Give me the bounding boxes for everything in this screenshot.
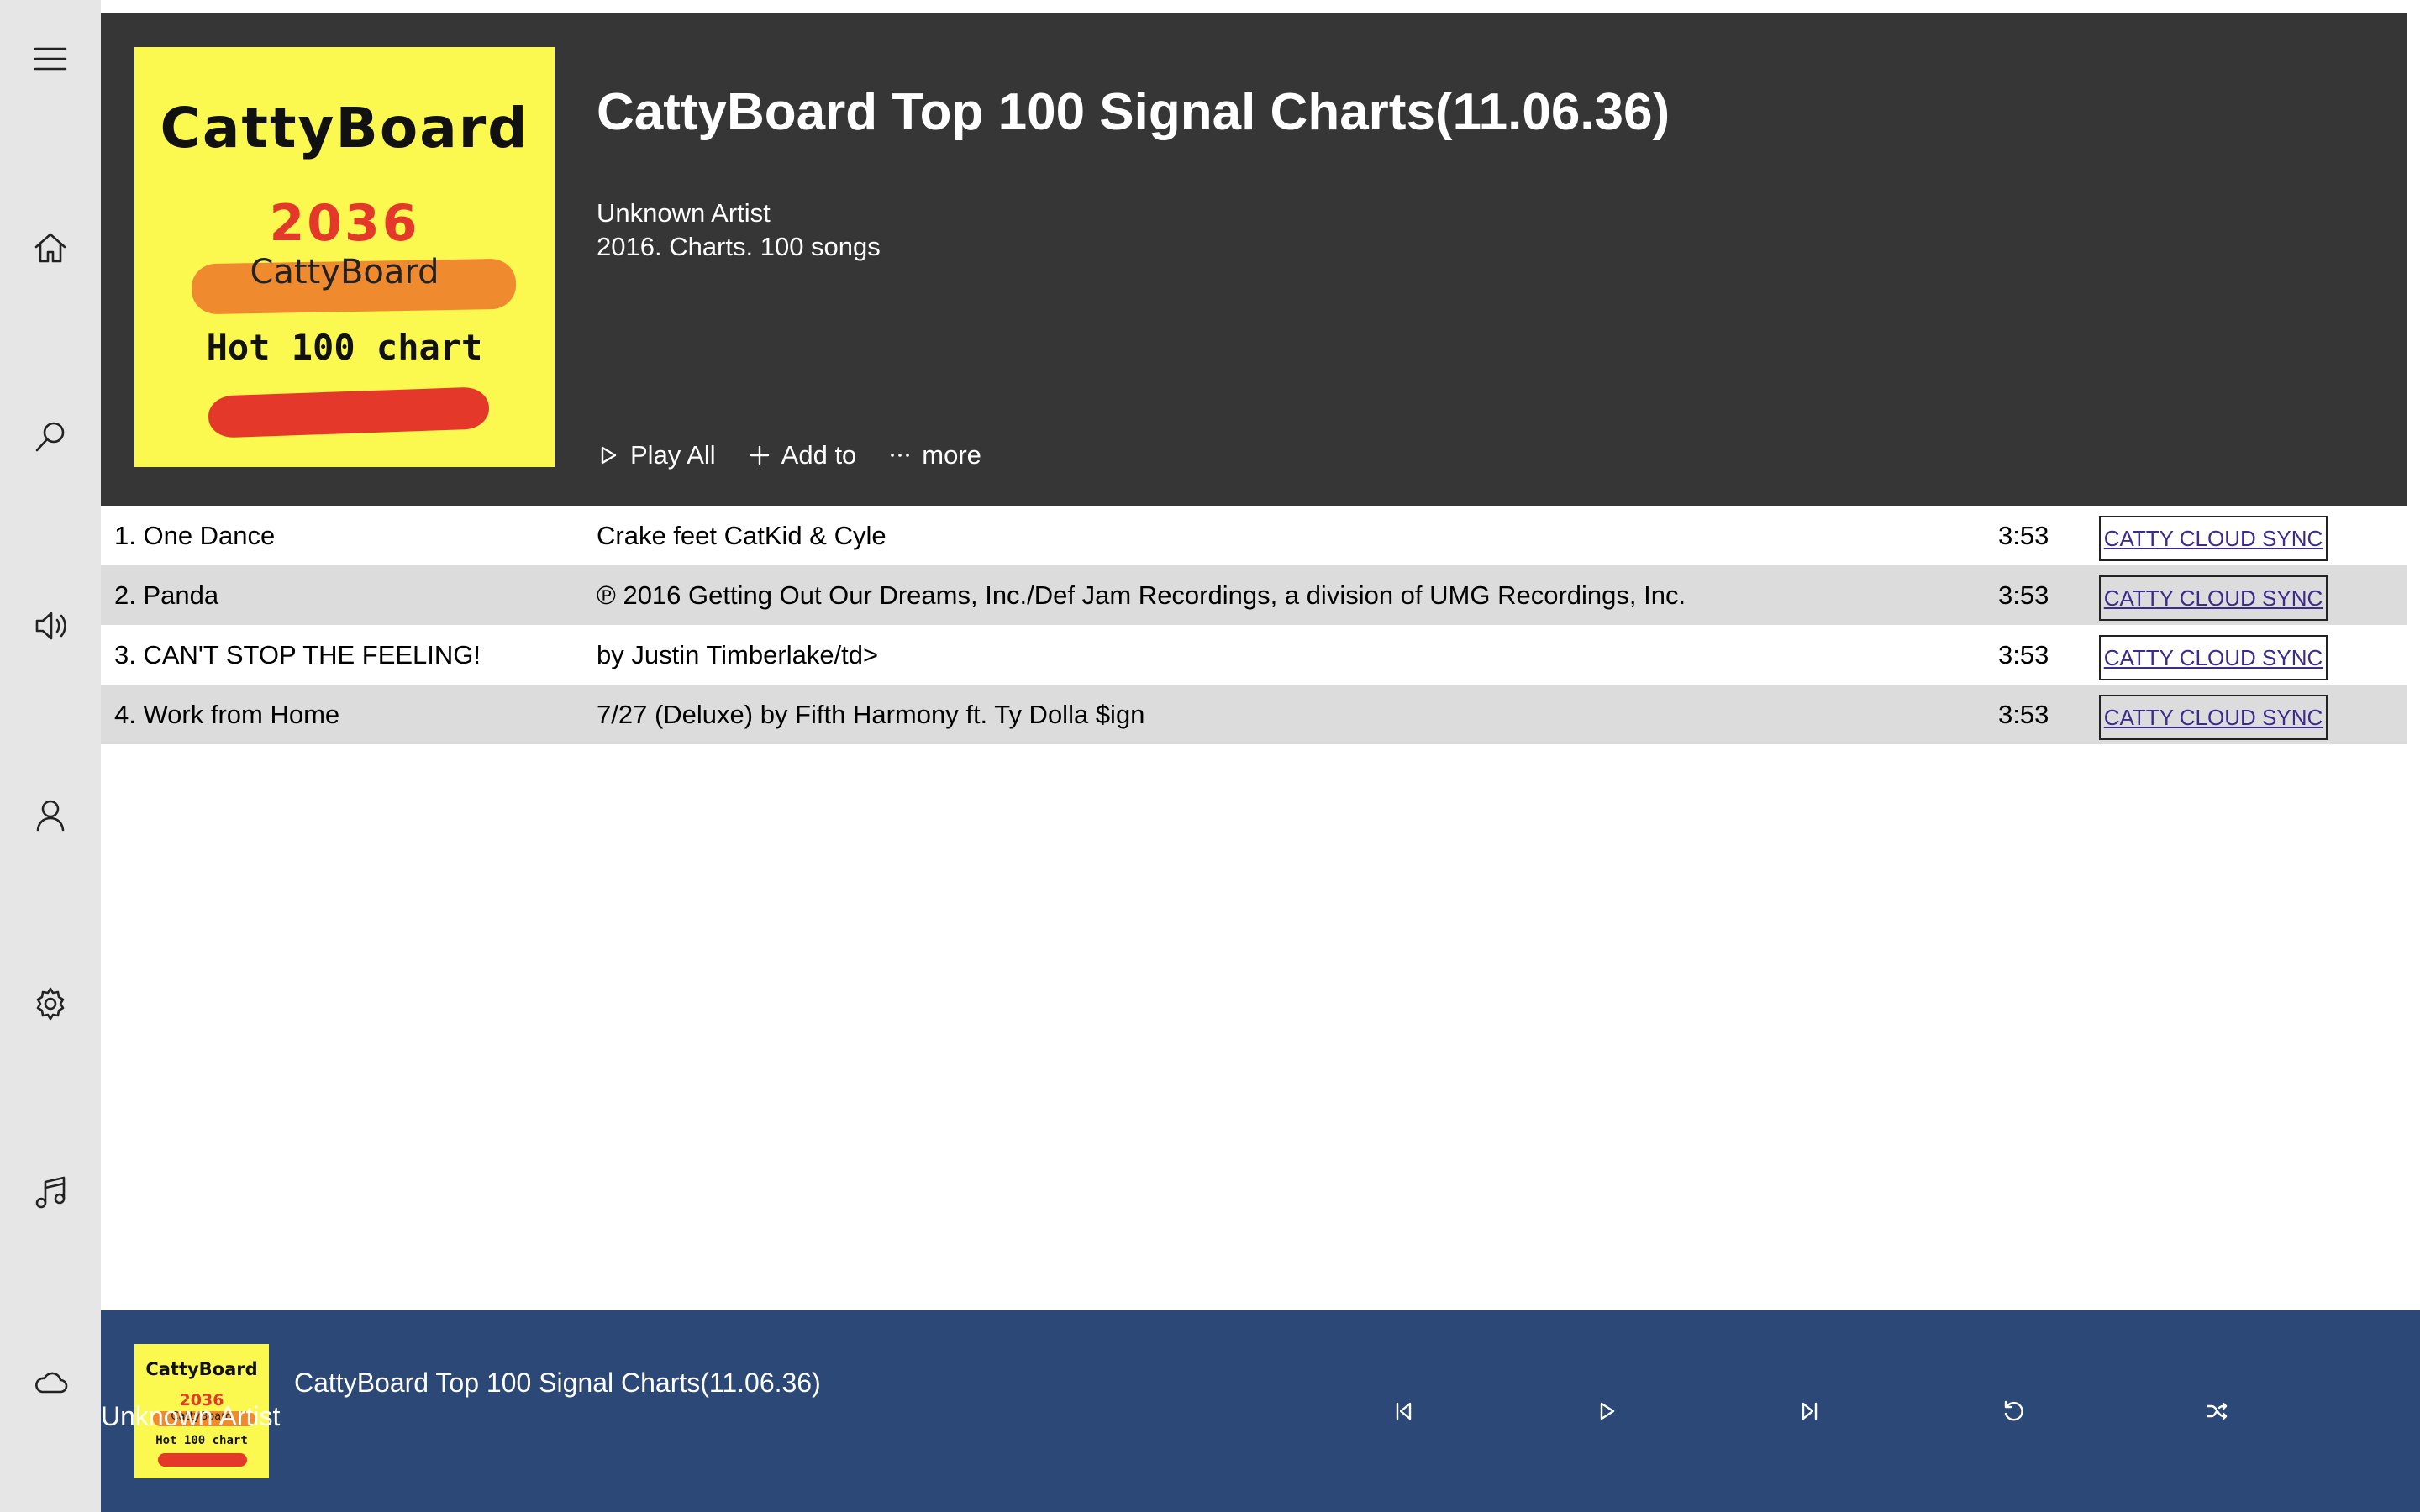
track-list: 1. One Dance Crake feet CatKid & Cyle 3:… — [101, 506, 2407, 744]
sidebar-item-settings[interactable] — [0, 953, 101, 1054]
table-row[interactable]: 2. Panda ℗ 2016 Getting Out Our Dreams, … — [101, 565, 2407, 625]
play-all-label: Play All — [630, 440, 716, 470]
album-info: 2016. Charts. 100 songs — [597, 232, 881, 261]
mini-cover-chart-label: Hot 100 chart — [155, 1434, 248, 1447]
repeat-button[interactable] — [1990, 1388, 2037, 1435]
hamburger-menu-icon — [34, 47, 67, 71]
track-artist: ℗ 2016 Getting Out Our Dreams, Inc./Def … — [597, 580, 1686, 610]
album-actions: Play All Add to more — [597, 440, 1013, 470]
cloud-icon — [35, 1372, 68, 1394]
sidebar-item-volume[interactable] — [0, 575, 101, 676]
music-note-icon — [35, 1176, 66, 1209]
track-name: 4. Work from Home — [114, 700, 340, 729]
speaker-icon — [35, 612, 66, 640]
sidebar-item-account[interactable] — [0, 764, 101, 865]
sidebar-item-home[interactable] — [0, 197, 101, 298]
cloud-sync-button[interactable]: CATTY CLOUD SYNC — [2099, 575, 2328, 621]
now-playing-artist: Unknown Artist — [101, 1401, 281, 1431]
previous-button[interactable] — [1380, 1388, 1427, 1435]
cloud-sync-button[interactable]: CATTY CLOUD SYNC — [2099, 695, 2328, 740]
play-button[interactable] — [1583, 1388, 1630, 1435]
table-row[interactable]: 3. CAN'T STOP THE FEELING! by Justin Tim… — [101, 625, 2407, 685]
cloud-sync-button[interactable]: CATTY CLOUD SYNC — [2099, 516, 2328, 561]
search-icon — [35, 422, 65, 452]
mini-cover-red-stroke — [158, 1453, 247, 1467]
album-cover: CattyBoard 2036 CattyBoard Hot 100 chart — [134, 47, 555, 467]
user-icon — [36, 800, 65, 832]
track-name: 1. One Dance — [114, 521, 276, 550]
sidebar-item-music[interactable] — [0, 1142, 101, 1243]
cover-year: 2036 — [269, 194, 420, 253]
table-row[interactable]: 1. One Dance Crake feet CatKid & Cyle 3:… — [101, 506, 2407, 565]
cover-chart-label: Hot 100 chart — [206, 327, 483, 368]
track-artist: Crake feet CatKid & Cyle — [597, 521, 886, 550]
add-to-label: Add to — [781, 440, 857, 470]
cover-title: CattyBoard — [160, 96, 529, 160]
cloud-sync-button[interactable]: CATTY CLOUD SYNC — [2099, 635, 2328, 680]
add-to-button[interactable]: Add to — [748, 440, 857, 470]
shuffle-icon — [2206, 1402, 2228, 1420]
shuffle-button[interactable] — [2193, 1388, 2240, 1435]
track-name: 2. Panda — [114, 580, 219, 610]
sidebar — [0, 0, 101, 1512]
sidebar-item-menu[interactable] — [0, 8, 101, 109]
previous-icon — [1396, 1402, 1412, 1420]
sidebar-item-search[interactable] — [0, 386, 101, 487]
next-button[interactable] — [1786, 1388, 1833, 1435]
cover-subtitle: CattyBoard — [250, 253, 439, 291]
play-all-button[interactable]: Play All — [597, 440, 716, 470]
more-dots-icon — [891, 454, 910, 457]
table-row[interactable]: 4. Work from Home 7/27 (Deluxe) by Fifth… — [101, 685, 2407, 744]
track-duration: 3:53 — [1998, 521, 2049, 550]
play-icon — [1600, 1402, 1615, 1420]
track-artist: by Justin Timberlake/td> — [597, 640, 879, 669]
album-header: CattyBoard 2036 CattyBoard Hot 100 chart… — [101, 13, 2407, 506]
repeat-icon — [2004, 1400, 2023, 1421]
gear-icon — [36, 987, 65, 1021]
now-playing-title: CattyBoard Top 100 Signal Charts(11.06.3… — [294, 1368, 821, 1398]
album-artist: Unknown Artist — [597, 198, 771, 228]
next-icon — [1802, 1402, 1818, 1420]
music-app: CattyBoard 2036 CattyBoard Hot 100 chart… — [0, 0, 2420, 1512]
home-icon — [34, 233, 66, 263]
track-duration: 3:53 — [1998, 700, 2049, 729]
track-duration: 3:53 — [1998, 640, 2049, 669]
sidebar-item-cloud[interactable] — [0, 1331, 101, 1432]
mini-cover-title: CattyBoard — [145, 1359, 258, 1379]
track-artist: 7/27 (Deluxe) by Fifth Harmony ft. Ty Do… — [597, 700, 1145, 729]
album-title: CattyBoard Top 100 Signal Charts(11.06.3… — [597, 83, 1670, 141]
cover-red-stroke — [208, 386, 490, 438]
more-label: more — [922, 440, 981, 470]
more-button[interactable]: more — [888, 440, 981, 470]
track-duration: 3:53 — [1998, 580, 2049, 610]
track-name: 3. CAN'T STOP THE FEELING! — [114, 640, 481, 669]
player-bar: CattyBoard 2036 CattyBoard Hot 100 chart… — [101, 1310, 2420, 1512]
play-icon — [601, 446, 617, 465]
plus-icon — [750, 445, 769, 465]
